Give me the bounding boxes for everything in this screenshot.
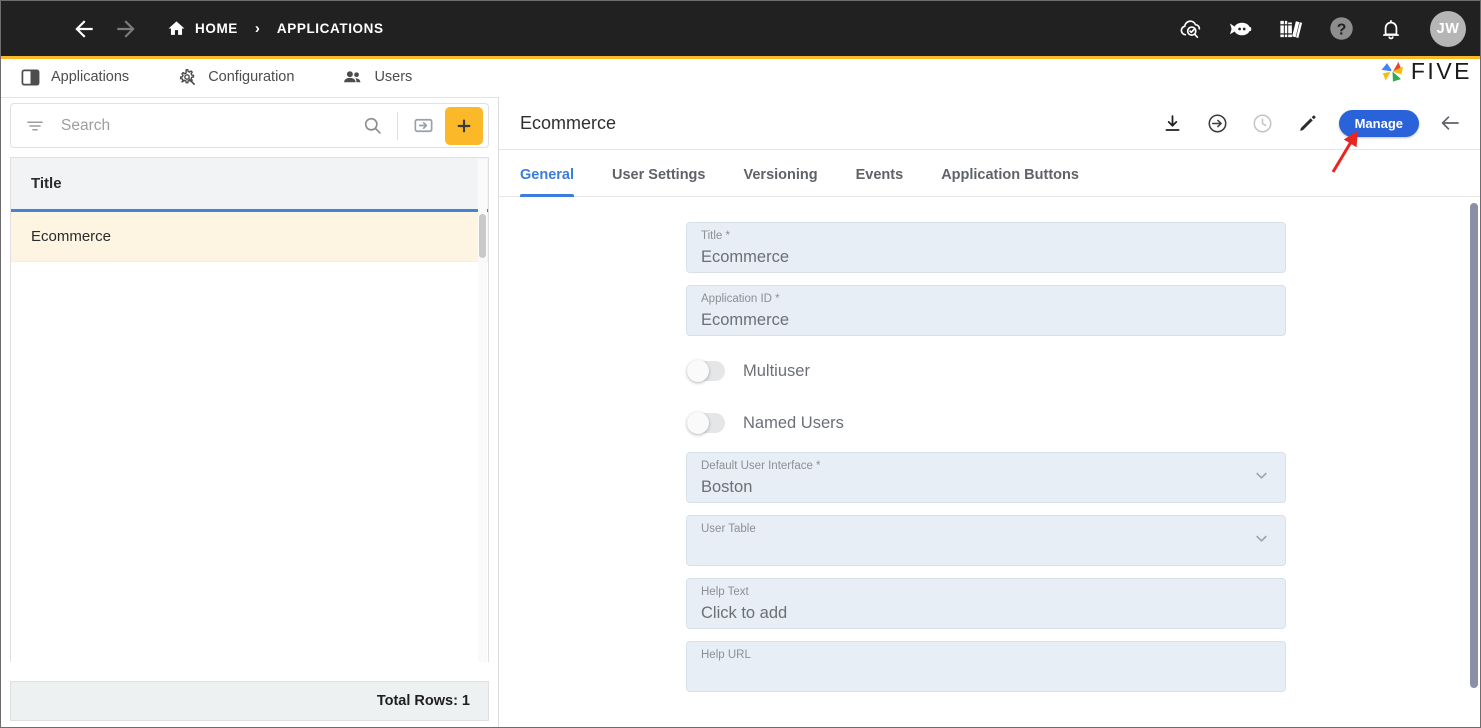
arrow-left-icon[interactable] <box>71 16 97 42</box>
page-title: Ecommerce <box>520 112 617 133</box>
help-url-field[interactable]: Help URL <box>686 641 1286 692</box>
notifications-bell-icon[interactable] <box>1376 14 1406 44</box>
tab-events[interactable]: Events <box>856 167 904 196</box>
field-label: Application ID * <box>701 293 780 305</box>
form-area: Title * Ecommerce Application ID * Ecomm… <box>499 197 1480 727</box>
tab-application-buttons[interactable]: Application Buttons <box>941 167 1079 196</box>
configuration-gear-icon <box>177 67 197 87</box>
import-arrow-icon[interactable] <box>406 109 440 143</box>
search-input[interactable] <box>61 116 355 135</box>
application-id-field[interactable]: Application ID * Ecommerce <box>686 285 1286 336</box>
breadcrumb-home[interactable]: HOME <box>195 21 238 36</box>
edit-pencil-icon[interactable] <box>1294 109 1322 137</box>
field-label: Help URL <box>701 649 751 661</box>
list-panel: Title Ecommerce Total Rows: 1 <box>1 97 498 727</box>
tab-versioning[interactable]: Versioning <box>743 167 817 196</box>
module-tab-label: Users <box>374 69 413 85</box>
breadcrumb-separator: › <box>254 20 260 37</box>
avatar[interactable]: JW <box>1430 10 1466 47</box>
top-navigation-bar: HOME › APPLICATIONS ? JW <box>1 1 1480 56</box>
top-bar-actions: ? JW <box>1176 10 1466 47</box>
default-user-interface-field[interactable]: Default User Interface * Boston <box>686 452 1286 503</box>
arrow-right-icon[interactable] <box>113 16 139 42</box>
module-tab-label: Configuration <box>208 69 295 85</box>
history-clock-icon <box>1249 109 1277 137</box>
module-tab-label: Applications <box>51 69 130 85</box>
grid-scrollbar-thumb[interactable] <box>479 214 486 258</box>
column-title: Title <box>31 175 62 192</box>
five-pinwheel-logo <box>1381 60 1403 82</box>
brand-logo: FIVE <box>1379 58 1472 85</box>
field-value: Click to add <box>701 604 788 622</box>
download-icon[interactable] <box>1159 109 1187 137</box>
help-text-field[interactable]: Help Text Click to add <box>686 578 1286 629</box>
named-users-toggle[interactable] <box>687 412 725 434</box>
module-tab-users[interactable]: Users <box>342 67 412 88</box>
named-users-row: Named Users <box>686 400 1286 446</box>
users-icon <box>342 67 363 88</box>
books-library-icon[interactable] <box>1276 14 1306 44</box>
module-tab-applications[interactable]: Applications <box>21 68 129 87</box>
field-value: Ecommerce <box>701 248 790 266</box>
detail-tab-bar: General User Settings Versioning Events … <box>499 150 1480 197</box>
search-icon[interactable] <box>355 109 389 143</box>
field-label: Title * <box>701 230 730 242</box>
module-tab-configuration[interactable]: Configuration <box>177 67 294 87</box>
breadcrumb-current: APPLICATIONS <box>276 21 384 36</box>
detail-panel: Ecommerce Manage General User Settings V… <box>499 97 1480 727</box>
search-bar <box>10 103 489 148</box>
manage-button[interactable]: Manage <box>1338 109 1419 137</box>
tab-user-settings[interactable]: User Settings <box>612 167 705 196</box>
user-table-field[interactable]: User Table <box>686 515 1286 566</box>
svg-text:?: ? <box>1336 21 1346 38</box>
detail-scrollbar-thumb[interactable] <box>1470 203 1478 688</box>
title-field[interactable]: Title * Ecommerce <box>686 222 1286 273</box>
chat-bot-icon[interactable] <box>1226 14 1256 44</box>
total-rows-label: Total Rows: 1 <box>376 693 470 709</box>
brand-name: FIVE <box>1410 58 1472 84</box>
hamburger-icon[interactable] <box>23 21 45 37</box>
detail-header-actions: Manage <box>1159 109 1464 137</box>
add-button[interactable] <box>445 106 483 145</box>
field-label: User Table <box>701 523 756 535</box>
form-column: Title * Ecommerce Application ID * Ecomm… <box>686 222 1286 692</box>
multiuser-toggle[interactable] <box>687 360 725 382</box>
applications-icon <box>21 68 40 87</box>
applications-grid: Title Ecommerce <box>10 157 489 662</box>
detail-header: Ecommerce Manage <box>499 97 1480 150</box>
named-users-label: Named Users <box>743 413 844 432</box>
filter-icon[interactable] <box>25 116 45 136</box>
field-value: Boston <box>701 478 753 496</box>
deploy-arrow-icon[interactable] <box>1204 109 1232 137</box>
grid-footer: Total Rows: 1 <box>10 681 489 721</box>
application-window: HOME › APPLICATIONS ? JW Applications Co… <box>0 0 1481 728</box>
cloud-check-icon[interactable] <box>1176 14 1206 44</box>
field-label: Help Text <box>701 586 749 598</box>
toolbar-divider <box>397 111 398 140</box>
field-value: Ecommerce <box>701 311 790 329</box>
home-icon[interactable] <box>167 19 186 38</box>
multiuser-label: Multiuser <box>743 361 810 380</box>
tab-general[interactable]: General <box>520 167 574 197</box>
help-icon[interactable]: ? <box>1326 14 1356 44</box>
field-label: Default User Interface * <box>701 460 821 472</box>
row-title: Ecommerce <box>31 228 112 245</box>
table-row[interactable]: Ecommerce <box>11 212 488 262</box>
multiuser-row: Multiuser <box>686 348 1286 394</box>
close-back-icon[interactable] <box>1436 109 1464 137</box>
grid-column-header[interactable]: Title <box>11 158 488 212</box>
module-tab-bar: Applications Configuration Users <box>1 59 1480 95</box>
